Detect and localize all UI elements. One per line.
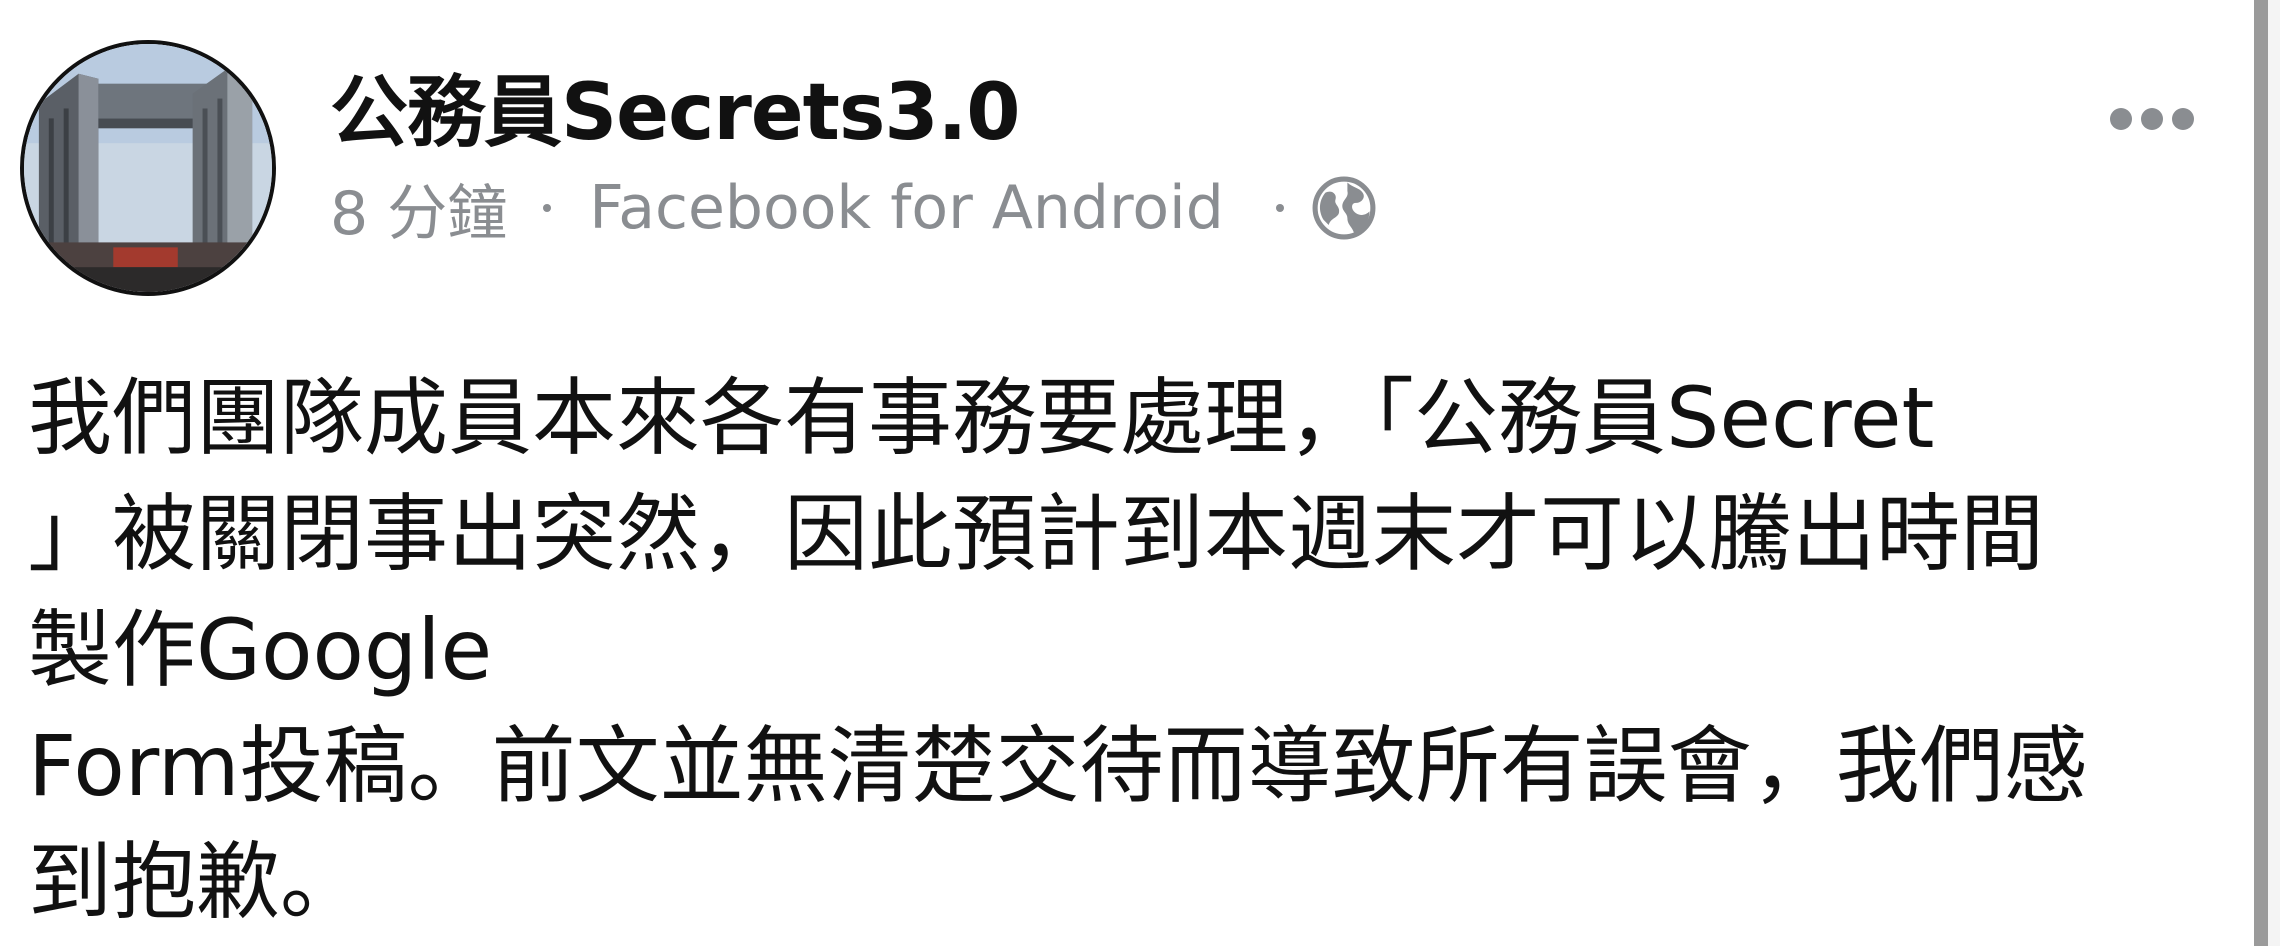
post-body-line: Form投稿。前文並無清楚交待而導致所有誤會，我們感 [28, 717, 2088, 815]
more-dot [2141, 108, 2163, 130]
post-body-line: 」被關閉事出突然，因此預計到本週末才可以騰出時間 [28, 485, 2045, 583]
separator-dot [543, 204, 552, 212]
page-name[interactable]: 公務員Secrets3.0 [330, 50, 1021, 162]
globe-icon [1310, 174, 1378, 242]
avatar-building-image [24, 44, 272, 292]
post-time[interactable]: 8 分鐘 [330, 165, 507, 252]
more-options-icon[interactable] [2110, 108, 2194, 130]
facebook-post: 公務員Secrets3.0 8 分鐘 Facebook for Android … [0, 0, 2280, 946]
more-dot [2110, 108, 2132, 130]
post-source: Facebook for Android [589, 173, 1224, 243]
post-body: 我們團隊成員本來各有事務要處理，「公務員Secret 」被關閉事出突然，因此預計… [28, 360, 2138, 940]
post-body-line: 到抱歉。 [28, 833, 365, 931]
post-body-line: 我們團隊成員本來各有事務要處理，「公務員Secret [28, 369, 1935, 467]
post-body-line: 製作Google [28, 601, 493, 699]
post-meta: 8 分鐘 Facebook for Android [330, 168, 1378, 249]
more-dot [2172, 108, 2194, 130]
page-avatar[interactable] [20, 40, 276, 296]
separator-dot [1275, 204, 1284, 212]
scrollbar[interactable] [2254, 0, 2280, 946]
